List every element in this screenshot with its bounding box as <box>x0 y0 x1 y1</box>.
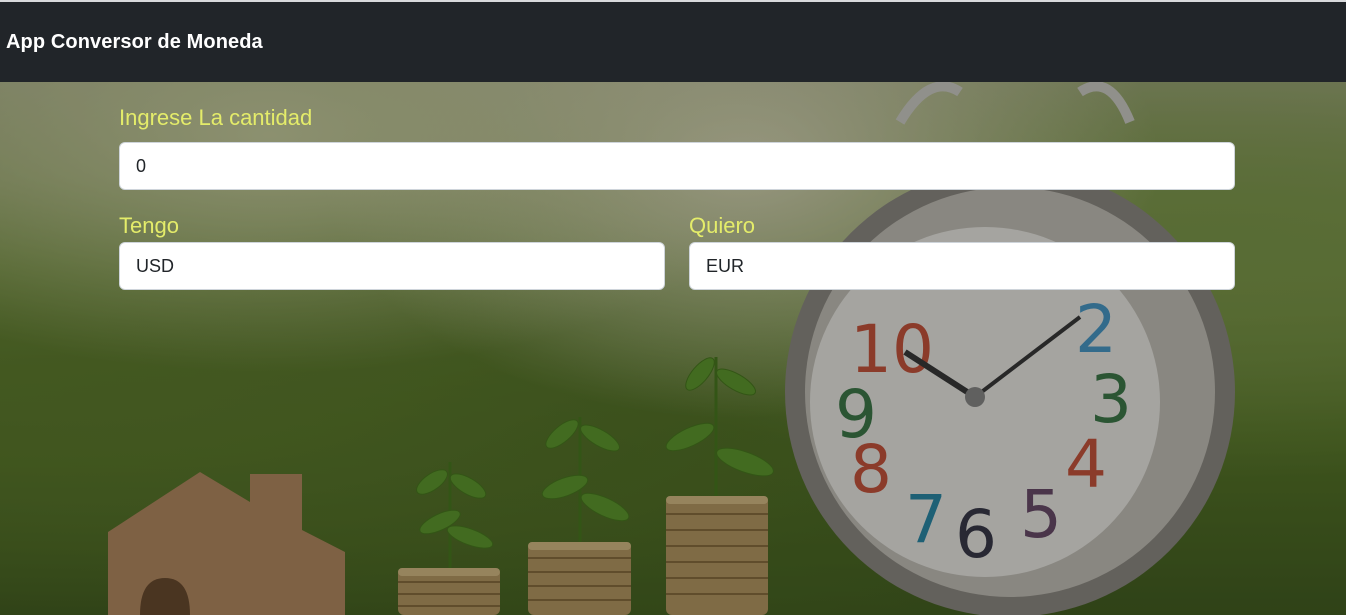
amount-label: Ingrese La cantidad <box>119 105 313 130</box>
navbar: App Conversor de Moneda <box>0 2 1346 82</box>
to-currency-select[interactable]: EUR <box>689 242 1235 290</box>
amount-input[interactable]: 0 <box>119 142 1235 190</box>
app-title[interactable]: App Conversor de Moneda <box>6 31 263 54</box>
to-currency-label: Quiero <box>689 213 756 238</box>
from-currency-label: Tengo <box>119 213 179 238</box>
from-currency-select[interactable]: USD <box>119 242 665 290</box>
